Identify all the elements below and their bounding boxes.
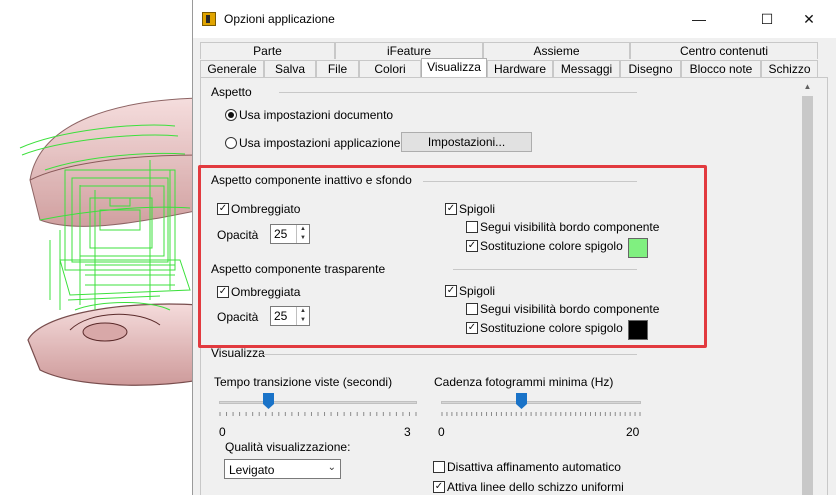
tab-file[interactable]: File <box>316 60 359 77</box>
close-button[interactable]: ✕ <box>787 6 831 32</box>
tab-centro-contenuti[interactable]: Centro contenuti <box>630 42 818 59</box>
vertical-scrollbar[interactable]: ▲ <box>799 78 816 495</box>
framerate-track[interactable] <box>441 401 641 404</box>
transition-time-label: Tempo transizione viste (secondi) <box>214 375 393 389</box>
transition-time-ticks <box>219 412 417 416</box>
separator <box>263 354 637 355</box>
separator <box>279 92 637 93</box>
tab-parte[interactable]: Parte <box>200 42 335 59</box>
uniform-sketch-lines-label: Attiva linee dello schizzo uniformi <box>447 480 624 494</box>
settings-button[interactable]: Impostazioni... <box>401 132 532 152</box>
tab-salva[interactable]: Salva <box>264 60 316 77</box>
radio-application-label: Usa impostazioni applicazione <box>239 136 401 150</box>
aspetto-heading: Aspetto <box>211 85 252 99</box>
scroll-up-icon[interactable]: ▲ <box>799 78 816 95</box>
3d-model-preview <box>19 97 201 386</box>
framerate-slider-thumb[interactable] <box>515 393 527 410</box>
radio-document-label: Usa impostazioni documento <box>239 108 394 122</box>
framerate-max-label: 20 <box>626 425 640 439</box>
chevron-down-icon: ⌄ <box>327 462 336 473</box>
tab-hardware[interactable]: Hardware <box>487 60 553 77</box>
display-quality-select[interactable]: Levigato ⌄ <box>224 459 341 479</box>
app-icon <box>202 12 216 26</box>
tab-disegno[interactable]: Disegno <box>620 60 681 77</box>
tab-generale[interactable]: Generale <box>200 60 264 77</box>
transition-time-track[interactable] <box>219 401 417 404</box>
visualizza-heading: Visualizza <box>211 346 265 360</box>
radio-document-settings[interactable] <box>225 109 237 121</box>
disable-refinement-checkbox[interactable] <box>433 461 445 473</box>
tab-visualizza[interactable]: Visualizza <box>421 58 487 77</box>
highlight-frame <box>198 165 707 348</box>
radio-application-settings[interactable] <box>225 137 237 149</box>
uniform-sketch-lines-checkbox[interactable]: ✓ <box>433 481 445 493</box>
display-quality-value: Levigato <box>229 463 275 477</box>
window-title: Opzioni applicazione <box>224 12 335 26</box>
framerate-min-label: 0 <box>438 425 445 439</box>
transition-max-label: 3 <box>404 425 411 439</box>
transition-time-slider-thumb[interactable] <box>263 393 274 410</box>
tab-ifeature[interactable]: iFeature <box>335 42 483 59</box>
tab-messaggi[interactable]: Messaggi <box>553 60 620 77</box>
maximize-button[interactable]: ☐ <box>745 6 789 32</box>
tab-colori[interactable]: Colori <box>359 60 421 77</box>
minimize-button[interactable]: — <box>677 6 721 32</box>
tab-blocco-note[interactable]: Blocco note <box>681 60 761 77</box>
scroll-thumb[interactable] <box>802 96 813 495</box>
display-quality-label: Qualità visualizzazione: <box>225 440 351 454</box>
tab-schizzo[interactable]: Schizzo <box>761 60 818 77</box>
transition-min-label: 0 <box>219 425 226 439</box>
title-bar: Opzioni applicazione — ☐ ✕ <box>193 0 836 38</box>
disable-refinement-label: Disattiva affinamento automatico <box>447 460 621 474</box>
framerate-ticks <box>441 412 641 416</box>
framerate-label: Cadenza fotogrammi minima (Hz) <box>434 375 614 389</box>
tab-assieme[interactable]: Assieme <box>483 42 630 59</box>
